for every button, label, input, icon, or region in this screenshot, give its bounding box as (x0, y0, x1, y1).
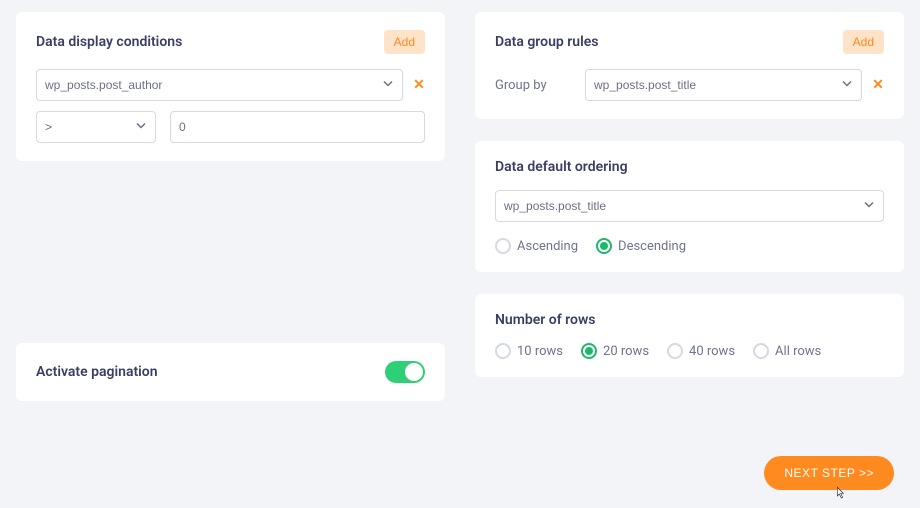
rows-radio-10[interactable]: 10 rows (495, 343, 563, 359)
conditions-value-input[interactable] (170, 111, 425, 143)
rows-option-label: 20 rows (603, 344, 649, 359)
conditions-card: Data display conditions Add wp_posts.pos… (16, 12, 445, 161)
conditions-field-select[interactable]: wp_posts.post_author (36, 69, 403, 101)
rows-title: Number of rows (495, 312, 884, 328)
rows-option-label: All rows (775, 344, 821, 359)
conditions-title: Data display conditions (36, 34, 182, 50)
conditions-operator-select[interactable]: > (36, 111, 156, 143)
rows-option-label: 40 rows (689, 344, 735, 359)
ordering-desc-radio[interactable]: Descending (596, 238, 686, 254)
group-rules-add-button[interactable]: Add (843, 30, 884, 54)
group-by-select[interactable]: wp_posts.post_title (585, 69, 862, 101)
radio-icon (581, 343, 597, 359)
conditions-remove-icon[interactable]: ✕ (413, 77, 425, 93)
radio-icon (667, 343, 683, 359)
cursor-icon (832, 486, 848, 502)
ordering-asc-radio[interactable]: Ascending (495, 238, 578, 254)
ordering-title: Data default ordering (495, 159, 884, 175)
ordering-card: Data default ordering wp_posts.post_titl… (475, 141, 904, 272)
ordering-field-select[interactable]: wp_posts.post_title (495, 190, 884, 222)
group-by-label: Group by (495, 78, 575, 93)
group-rules-card: Data group rules Add Group by wp_posts.p… (475, 12, 904, 119)
pagination-toggle[interactable] (385, 361, 425, 383)
group-rules-remove-icon[interactable]: ✕ (872, 77, 884, 93)
radio-icon (596, 238, 612, 254)
radio-icon (495, 343, 511, 359)
ordering-desc-label: Descending (618, 239, 686, 254)
next-step-button[interactable]: NEXT STEP >> (764, 456, 894, 490)
rows-radio-40[interactable]: 40 rows (667, 343, 735, 359)
rows-radio-20[interactable]: 20 rows (581, 343, 649, 359)
ordering-asc-label: Ascending (517, 239, 578, 254)
group-rules-title: Data group rules (495, 34, 598, 50)
radio-icon (753, 343, 769, 359)
pagination-title: Activate pagination (36, 364, 158, 380)
pagination-card: Activate pagination (16, 343, 445, 401)
rows-option-label: 10 rows (517, 344, 563, 359)
radio-icon (495, 238, 511, 254)
rows-card: Number of rows 10 rows 20 rows 40 rows A… (475, 294, 904, 377)
rows-radio-all[interactable]: All rows (753, 343, 821, 359)
conditions-add-button[interactable]: Add (384, 30, 425, 54)
